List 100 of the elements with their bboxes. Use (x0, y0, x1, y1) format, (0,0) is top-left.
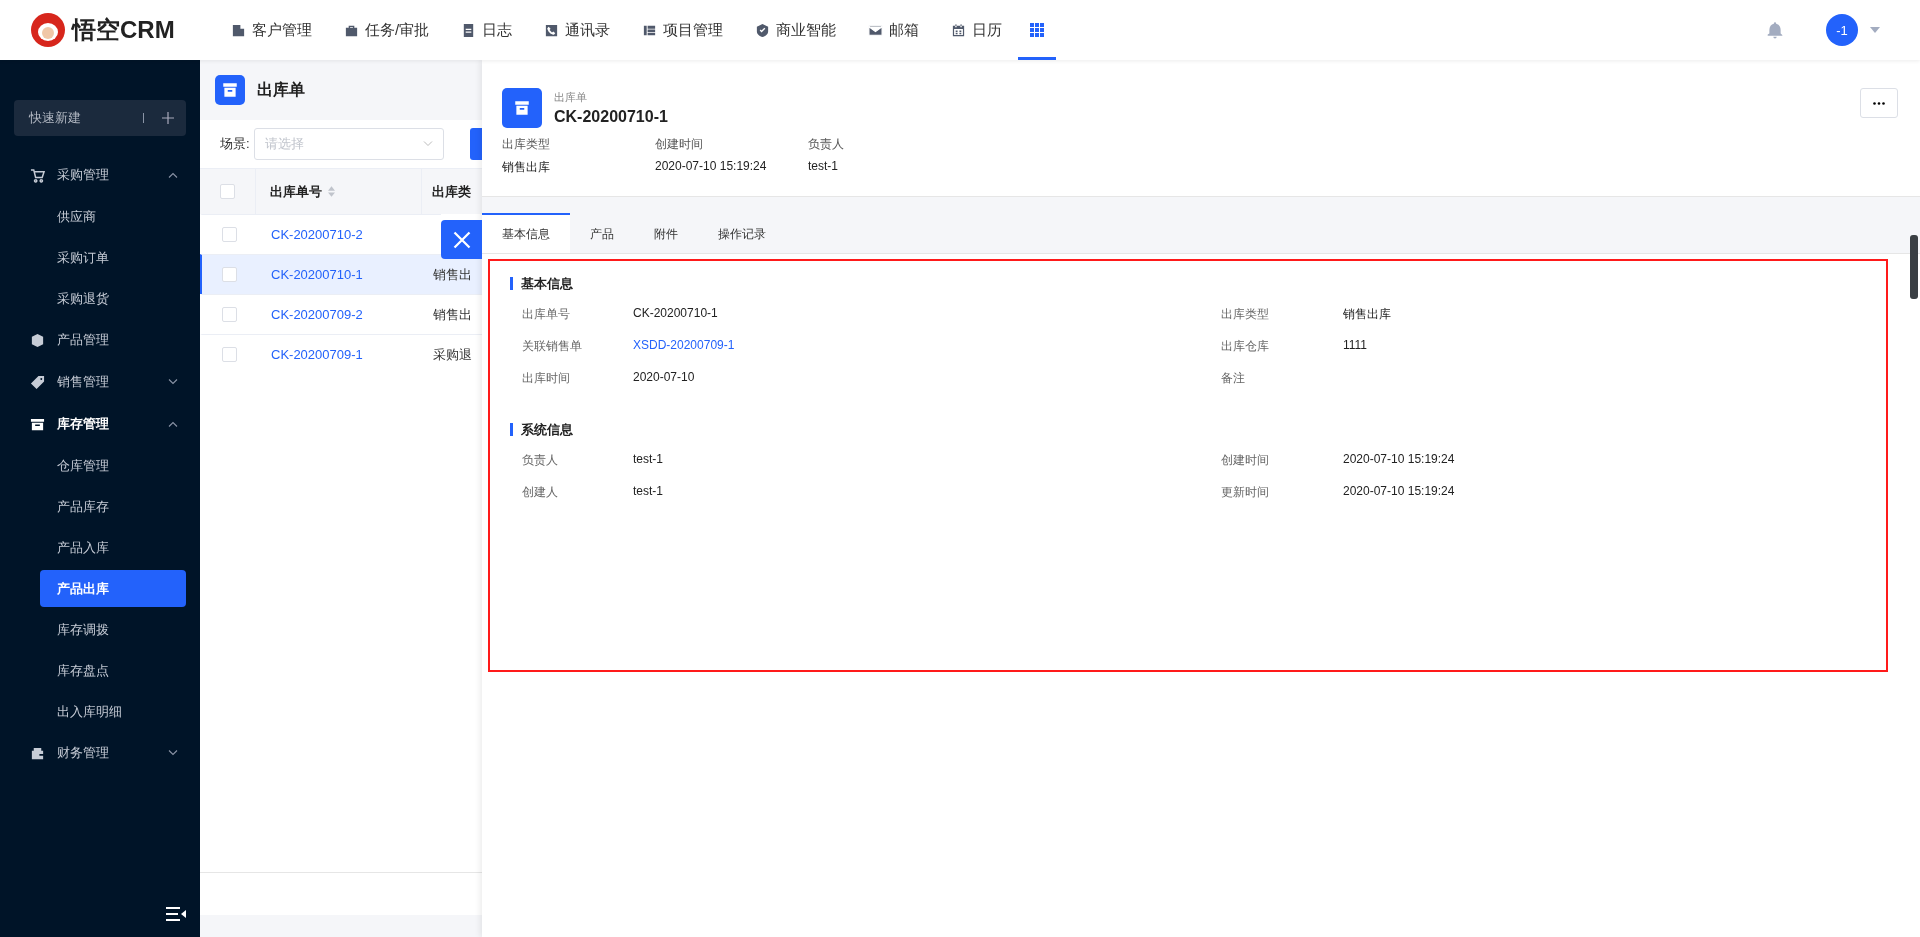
nav-item[interactable]: 邮箱 (852, 0, 936, 60)
table-cell: 采购退 (433, 345, 472, 364)
summary-value: 2020-07-10 15:19:24 (655, 159, 768, 173)
notification-bell-icon[interactable] (1766, 21, 1784, 39)
sidebar-group[interactable]: 采购管理 (0, 154, 200, 196)
grid-icon (1030, 23, 1045, 37)
filter-label: 场景: (220, 135, 250, 153)
action-button[interactable] (470, 128, 482, 160)
table-row[interactable]: CK-20200710-1 销售出 (200, 254, 482, 294)
summary-value: test-1 (808, 159, 839, 173)
sidebar-item[interactable]: 产品出库 (40, 570, 186, 607)
field-value: test-1 (633, 484, 663, 500)
sort-icon[interactable] (328, 186, 335, 197)
nav-item-icon (868, 22, 884, 38)
menu-group-icon (30, 167, 45, 183)
field-link[interactable]: XSDD-20200709-1 (633, 338, 735, 355)
summary-label: 创建时间 (655, 136, 704, 153)
order-link[interactable]: CK-20200709-2 (271, 307, 363, 322)
tab[interactable]: 基本信息 (482, 213, 570, 253)
tab[interactable]: 附件 (634, 213, 698, 253)
dots-icon (1873, 101, 1885, 105)
nav-item[interactable]: 商业智能 (739, 0, 853, 60)
plus-icon[interactable] (162, 112, 174, 124)
nav-item[interactable]: 通讯录 (528, 0, 627, 60)
close-button[interactable] (441, 220, 482, 259)
field-label: 出库时间 (522, 370, 571, 387)
field-value: 1111 (1343, 338, 1368, 354)
user-avatar[interactable]: -1 (1826, 14, 1858, 46)
table-row[interactable]: CK-20200709-1 采购退 (200, 334, 482, 374)
field-value: 2020-07-10 (633, 370, 695, 386)
order-link[interactable]: CK-20200710-2 (271, 227, 363, 242)
nav-item-icon (231, 22, 246, 38)
field-label: 关联销售单 (522, 338, 583, 355)
section-title: 系统信息 (510, 423, 1864, 436)
menu-group-icon (30, 374, 45, 390)
sidebar-item[interactable]: 产品入库 (40, 529, 186, 566)
field-value: 2020-07-10 15:19:24 (1343, 484, 1455, 500)
logo-icon (30, 12, 66, 48)
order-link[interactable]: CK-20200709-1 (271, 347, 363, 362)
summary-label: 负责人 (808, 136, 845, 153)
tab[interactable]: 产品 (570, 213, 634, 253)
sidebar-group[interactable]: 产品管理 (0, 319, 200, 361)
box-icon (215, 75, 245, 105)
nav-item-icon (951, 22, 967, 38)
sidebar-group[interactable]: 销售管理 (0, 361, 200, 403)
summary-value: 销售出库 (502, 159, 551, 176)
order-link[interactable]: CK-20200710-1 (271, 267, 363, 282)
field-label: 更新时间 (1221, 484, 1270, 501)
sidebar-item[interactable]: 供应商 (40, 198, 186, 235)
menu-group-icon (30, 332, 45, 348)
collapse-menu-icon[interactable] (166, 907, 186, 921)
nav-item[interactable]: 项目管理 (626, 0, 740, 60)
sidebar-group[interactable]: 财务管理 (0, 732, 200, 774)
field-label: 创建时间 (1221, 452, 1270, 469)
table-cell: 销售出 (433, 265, 472, 284)
menu-group-icon (30, 416, 45, 432)
nav-item[interactable]: 日历 (935, 0, 1019, 60)
box-icon (502, 88, 542, 128)
table-row[interactable]: CK-20200709-2 销售出 (200, 294, 482, 334)
chevron-icon (422, 141, 433, 147)
nav-item[interactable]: 客户管理 (215, 0, 328, 60)
caret-icon[interactable] (1870, 27, 1880, 33)
field-value: CK-20200710-1 (633, 306, 718, 322)
checkbox[interactable] (222, 307, 237, 322)
column-header[interactable]: 出库单号 (256, 169, 422, 214)
sidebar-item[interactable]: 库存调拨 (40, 611, 186, 648)
field-label: 创建人 (522, 484, 559, 501)
scroll-handle[interactable] (1910, 235, 1918, 299)
field-label: 出库类型 (1221, 306, 1270, 323)
close-icon (451, 229, 472, 250)
section-title: 基本信息 (510, 277, 1864, 290)
sidebar-item[interactable]: 出入库明细 (40, 693, 186, 730)
sidebar-item[interactable]: 产品库存 (40, 488, 186, 525)
nav-item[interactable]: 日志 (445, 0, 529, 60)
field-label: 出库单号 (522, 306, 571, 323)
checkbox[interactable] (222, 267, 237, 282)
field-value: 销售出库 (1343, 306, 1391, 323)
checkbox[interactable] (222, 227, 237, 242)
summary-label: 出库类型 (502, 136, 551, 153)
page-title: 出库单 (257, 79, 305, 100)
tab[interactable]: 操作记录 (698, 213, 786, 253)
sidebar-item[interactable]: 采购订单 (40, 239, 186, 276)
nav-item-icon (755, 22, 771, 38)
checkbox[interactable] (220, 184, 235, 199)
sidebar-item[interactable]: 采购退货 (40, 280, 186, 317)
field-label: 备注 (1221, 370, 1246, 387)
column-header[interactable]: 出库类 (422, 169, 482, 214)
sidebar-group[interactable]: 库存管理 (0, 403, 200, 445)
sidebar-item[interactable]: 仓库管理 (40, 447, 186, 484)
record-title: CK-20200710-1 (554, 108, 669, 126)
sidebar-item[interactable]: 库存盘点 (40, 652, 186, 689)
quick-create-button[interactable]: 快速新建 (14, 100, 186, 136)
record-type-label: 出库单 (554, 90, 588, 105)
nav-item[interactable]: 任务/审批 (328, 0, 446, 60)
more-button[interactable] (1860, 88, 1898, 118)
checkbox[interactable] (222, 347, 237, 362)
menu-group-icon (30, 745, 45, 761)
logo-text: 悟空CRM (72, 15, 175, 45)
field-value: test-1 (633, 452, 663, 468)
field-label: 出库仓库 (1221, 338, 1270, 355)
